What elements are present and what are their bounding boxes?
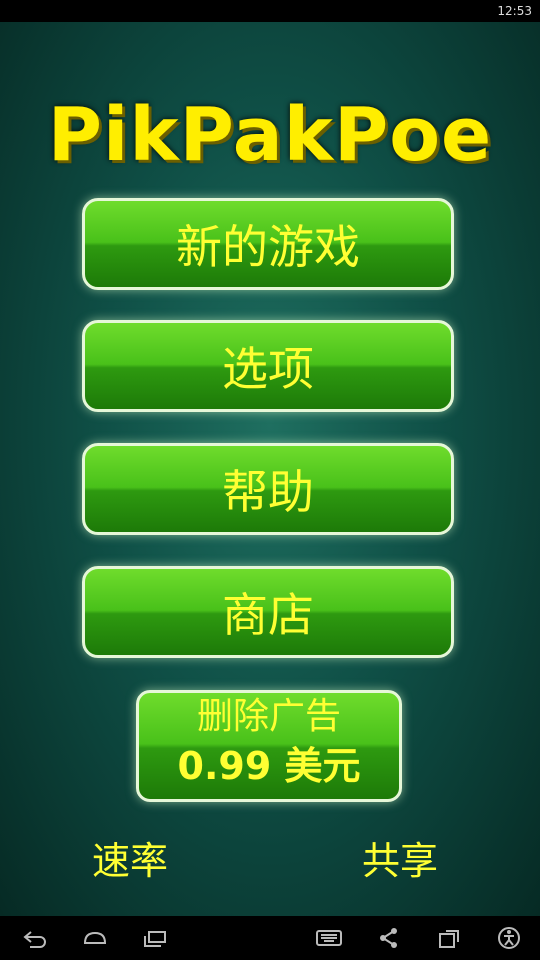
remove-ads-button[interactable]: 删除广告 0.99 美元 [136,690,402,802]
keyboard-icon[interactable] [316,926,342,950]
main-menu-screen: PikPakPoe 新的游戏 选项 帮助 商店 删除广告 0.99 美元 速率 … [0,22,540,916]
status-time: 12:53 [497,4,532,18]
rate-link[interactable]: 速率 [92,830,168,883]
home-icon[interactable] [82,926,108,950]
screenshot-icon[interactable] [436,926,462,950]
new-game-button[interactable]: 新的游戏 [82,198,454,290]
navigation-bar [0,916,540,960]
share-link[interactable]: 共享 [362,830,438,883]
game-logo: PikPakPoe [47,92,493,178]
shop-button[interactable]: 商店 [82,566,454,658]
recent-apps-icon[interactable] [142,926,168,950]
status-bar: 12:53 [0,0,540,22]
share-icon[interactable] [376,926,402,950]
remove-ads-price: 0.99 美元 [177,744,361,788]
back-icon[interactable] [22,926,48,950]
help-button[interactable]: 帮助 [82,443,454,535]
accessibility-icon[interactable] [496,926,522,950]
options-button[interactable]: 选项 [82,320,454,412]
remove-ads-label: 删除广告 [196,696,341,737]
